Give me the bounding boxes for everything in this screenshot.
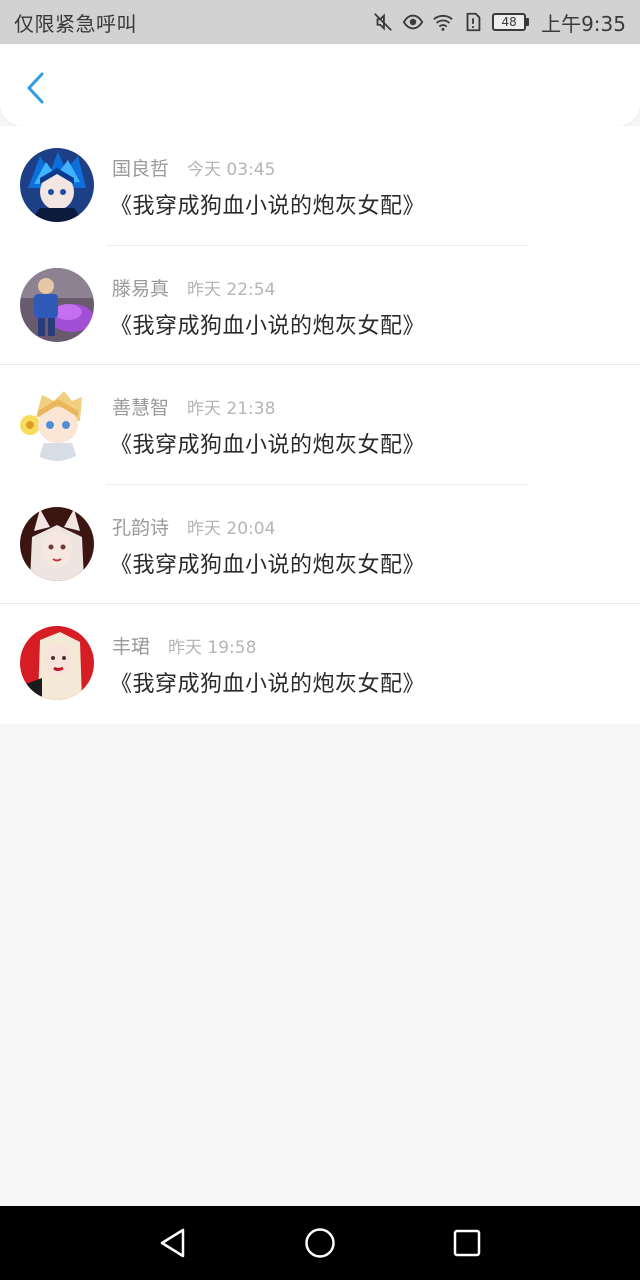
back-button[interactable] bbox=[18, 68, 52, 108]
avatar[interactable] bbox=[20, 148, 94, 222]
message-list: 国良哲 今天 03:45 《我穿成狗血小说的炮灰女配》 滕易真 昨天 22:54… bbox=[0, 126, 640, 724]
status-bar: 仅限紧急呼叫 48 上午9:35 bbox=[0, 0, 640, 44]
list-item[interactable]: 孔韵诗 昨天 20:04 《我穿成狗血小说的炮灰女配》 bbox=[0, 484, 640, 604]
mute-icon bbox=[374, 13, 392, 31]
sender-name: 善慧智 bbox=[112, 397, 170, 419]
back-triangle-icon bbox=[161, 1228, 185, 1258]
recents-square-icon bbox=[453, 1229, 480, 1257]
message-title: 《我穿成狗血小说的炮灰女配》 bbox=[110, 433, 426, 458]
sender-name: 丰珺 bbox=[112, 636, 151, 658]
message-time: 今天 03:45 bbox=[187, 160, 276, 180]
list-item[interactable]: 滕易真 昨天 22:54 《我穿成狗血小说的炮灰女配》 bbox=[0, 245, 640, 365]
avatar[interactable] bbox=[20, 387, 94, 461]
avatar-child-flowers bbox=[20, 267, 94, 342]
message-meta: 丰珺 昨天 19:58 bbox=[112, 632, 256, 659]
message-time: 昨天 19:58 bbox=[168, 638, 257, 658]
clock: 上午9:35 bbox=[541, 11, 626, 36]
message-title: 《我穿成狗血小说的炮灰女配》 bbox=[110, 313, 426, 339]
battery-level: 48 bbox=[492, 13, 527, 31]
message-time: 昨天 20:04 bbox=[187, 518, 276, 539]
message-time: 昨天 22:54 bbox=[187, 279, 276, 300]
avatar[interactable] bbox=[20, 506, 94, 581]
message-time: 昨天 21:38 bbox=[187, 399, 276, 419]
carrier-text: 仅限紧急呼叫 bbox=[14, 11, 137, 36]
nav-recents-button[interactable] bbox=[447, 1223, 487, 1263]
list-item[interactable]: 丰珺 昨天 19:58 《我穿成狗血小说的炮灰女配》 bbox=[0, 604, 640, 724]
battery-icon: 48 bbox=[492, 13, 530, 31]
message-meta: 善慧智 昨天 21:38 bbox=[112, 393, 275, 420]
message-title: 《我穿成狗血小说的炮灰女配》 bbox=[110, 672, 426, 697]
sim-alert-icon bbox=[466, 12, 481, 32]
nav-home-button[interactable] bbox=[300, 1223, 340, 1263]
eye-icon bbox=[402, 14, 424, 30]
message-meta: 滕易真 昨天 22:54 bbox=[112, 274, 275, 301]
chevron-left-icon bbox=[27, 72, 44, 104]
avatar[interactable] bbox=[20, 626, 94, 700]
wifi-icon bbox=[433, 14, 453, 31]
avatar[interactable] bbox=[20, 267, 94, 342]
list-item[interactable]: 国良哲 今天 03:45 《我穿成狗血小说的炮灰女配》 bbox=[0, 126, 640, 246]
message-meta: 孔韵诗 昨天 20:04 bbox=[112, 513, 275, 540]
home-circle-icon bbox=[305, 1228, 335, 1258]
avatar-blonde-cartoon bbox=[20, 387, 94, 461]
header bbox=[0, 44, 640, 126]
status-icons: 48 上午9:35 bbox=[372, 8, 626, 37]
sender-name: 孔韵诗 bbox=[112, 516, 170, 539]
list-item[interactable]: 善慧智 昨天 21:38 《我穿成狗血小说的炮灰女配》 bbox=[0, 365, 640, 485]
avatar-blue-hair-boy bbox=[20, 148, 94, 222]
avatar-red-portrait bbox=[20, 626, 94, 700]
nav-back-button[interactable] bbox=[153, 1223, 193, 1263]
avatar-fox-girl bbox=[20, 506, 94, 581]
message-title: 《我穿成狗血小说的炮灰女配》 bbox=[110, 194, 426, 219]
sender-name: 滕易真 bbox=[112, 277, 170, 300]
message-title: 《我穿成狗血小说的炮灰女配》 bbox=[110, 552, 426, 578]
message-meta: 国良哲 今天 03:45 bbox=[112, 154, 275, 181]
screen: 仅限紧急呼叫 48 上午9:35 国良哲 今天 03:45 《我穿成狗血小说的炮… bbox=[0, 0, 640, 1280]
navigation-bar bbox=[0, 1206, 640, 1280]
sender-name: 国良哲 bbox=[112, 158, 170, 180]
